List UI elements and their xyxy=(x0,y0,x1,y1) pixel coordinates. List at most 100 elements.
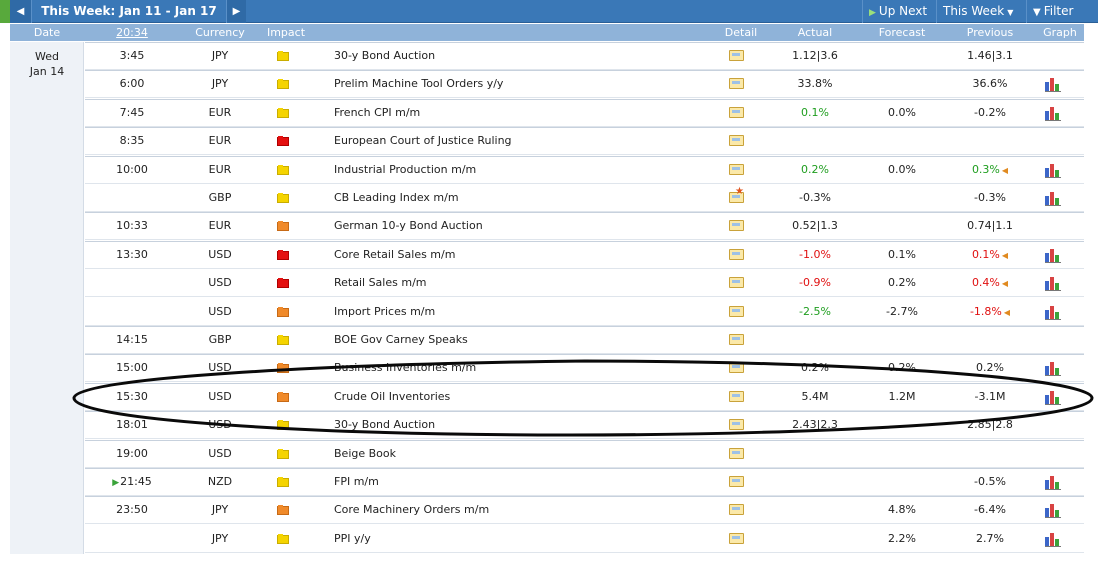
event-detail[interactable] xyxy=(727,156,755,184)
detail-folder-icon[interactable] xyxy=(729,107,744,118)
event-name[interactable]: Core Retail Sales m/m xyxy=(334,241,714,269)
event-graph[interactable] xyxy=(1045,383,1069,411)
detail-folder-icon[interactable] xyxy=(729,419,744,430)
detail-folder-icon[interactable] xyxy=(729,164,744,175)
table-row[interactable]: 15:30 USD Crude Oil Inventories 5.4M 1.2M -3.… xyxy=(85,383,1084,411)
event-name[interactable]: CB Leading Index m/m xyxy=(334,184,714,212)
table-row[interactable]: JPY PPI y/y 2.2% 2.7% xyxy=(85,525,1084,553)
event-detail[interactable] xyxy=(727,70,755,98)
table-row[interactable]: 8:35 EUR European Court of Justice Ruling xyxy=(85,127,1084,155)
event-detail[interactable] xyxy=(727,468,755,496)
event-graph[interactable] xyxy=(1045,156,1069,184)
revised-indicator-icon[interactable]: ◀ xyxy=(1002,279,1008,288)
event-name[interactable]: FPI m/m xyxy=(334,468,714,496)
table-row[interactable]: 19:00 USD Beige Book xyxy=(85,440,1084,468)
table-row[interactable]: USD Retail Sales m/m -0.9% 0.2% 0.4% ◀ xyxy=(85,269,1084,297)
detail-folder-icon[interactable] xyxy=(729,135,744,146)
table-row[interactable]: 14:15 GBP BOE Gov Carney Speaks xyxy=(85,326,1084,354)
event-graph[interactable] xyxy=(1045,241,1069,269)
event-detail[interactable] xyxy=(727,383,755,411)
event-name[interactable]: Business Inventories m/m xyxy=(334,354,714,382)
event-name[interactable]: PPI y/y xyxy=(334,525,714,553)
event-detail[interactable] xyxy=(727,212,755,240)
event-detail[interactable] xyxy=(727,127,755,155)
table-row[interactable]: 13:30 USD Core Retail Sales m/m -1.0% 0.1% 0.… xyxy=(85,241,1084,269)
event-detail[interactable] xyxy=(727,326,755,354)
detail-folder-icon[interactable] xyxy=(729,306,744,317)
bar-chart-icon[interactable] xyxy=(1045,305,1061,320)
table-row[interactable]: 3:45 JPY 30-y Bond Auction 1.12|3.6 1.46|3.1 xyxy=(85,42,1084,70)
event-name[interactable]: German 10-y Bond Auction xyxy=(334,212,714,240)
event-name[interactable]: European Court of Justice Ruling xyxy=(334,127,714,155)
event-name[interactable]: Import Prices m/m xyxy=(334,298,714,326)
bar-chart-icon[interactable] xyxy=(1045,248,1061,263)
bar-chart-icon[interactable] xyxy=(1045,77,1061,92)
event-detail[interactable] xyxy=(727,496,755,524)
event-graph[interactable] xyxy=(1045,184,1069,212)
event-graph[interactable] xyxy=(1045,70,1069,98)
table-row[interactable]: 23:50 JPY Core Machinery Orders m/m 4.8% -6.… xyxy=(85,496,1084,524)
event-name[interactable]: 30-y Bond Auction xyxy=(334,42,714,70)
previous-week-button[interactable]: ◀ xyxy=(10,0,32,23)
event-graph[interactable] xyxy=(1045,468,1069,496)
event-detail[interactable] xyxy=(727,525,755,553)
header-time[interactable]: 20:34 xyxy=(85,24,179,41)
event-detail[interactable] xyxy=(727,269,755,297)
event-name[interactable]: Industrial Production m/m xyxy=(334,156,714,184)
table-row[interactable]: 6:00 JPY Prelim Machine Tool Orders y/y 33.… xyxy=(85,70,1084,98)
event-detail[interactable] xyxy=(727,411,755,439)
event-detail[interactable] xyxy=(727,298,755,326)
event-name[interactable]: BOE Gov Carney Speaks xyxy=(334,326,714,354)
table-row[interactable]: 10:00 EUR Industrial Production m/m 0.2% 0.0… xyxy=(85,156,1084,184)
event-detail[interactable] xyxy=(727,440,755,468)
event-detail[interactable] xyxy=(727,354,755,382)
event-detail[interactable] xyxy=(727,241,755,269)
event-graph[interactable] xyxy=(1045,298,1069,326)
table-row[interactable]: ▶21:45 NZD FPI m/m -0.5% xyxy=(85,468,1084,496)
bar-chart-icon[interactable] xyxy=(1045,191,1061,206)
table-row[interactable]: USD Import Prices m/m -2.5% -2.7% -1.8% ◀ xyxy=(85,298,1084,326)
bar-chart-icon[interactable] xyxy=(1045,390,1061,405)
table-row[interactable]: 15:00 USD Business Inventories m/m 0.2% 0.2%… xyxy=(85,354,1084,382)
event-name[interactable]: French CPI m/m xyxy=(334,99,714,127)
bar-chart-icon[interactable] xyxy=(1045,532,1061,547)
table-row[interactable]: 7:45 EUR French CPI m/m 0.1% 0.0% -0.2% xyxy=(85,99,1084,127)
event-name[interactable]: Beige Book xyxy=(334,440,714,468)
up-next-button[interactable]: ▶ Up Next xyxy=(862,0,933,23)
revised-indicator-icon[interactable]: ◀ xyxy=(1002,166,1008,175)
event-name[interactable]: Crude Oil Inventories xyxy=(334,383,714,411)
filter-button[interactable]: ▼ Filter xyxy=(1026,0,1098,23)
event-detail[interactable] xyxy=(727,42,755,70)
detail-folder-icon[interactable] xyxy=(729,362,744,373)
event-graph[interactable] xyxy=(1045,269,1069,297)
event-name[interactable]: Prelim Machine Tool Orders y/y xyxy=(334,70,714,98)
detail-folder-icon[interactable] xyxy=(729,504,744,515)
event-detail[interactable] xyxy=(727,99,755,127)
bar-chart-icon[interactable] xyxy=(1045,361,1061,376)
table-row[interactable]: GBP CB Leading Index m/m ★ -0.3% -0.3% xyxy=(85,184,1084,212)
table-row[interactable]: 18:01 USD 30-y Bond Auction 2.43|2.3 2.85|2.… xyxy=(85,411,1084,439)
revised-indicator-icon[interactable]: ◀ xyxy=(1002,251,1008,260)
bar-chart-icon[interactable] xyxy=(1045,475,1061,490)
detail-folder-icon[interactable] xyxy=(729,50,744,61)
detail-folder-icon[interactable] xyxy=(729,533,744,544)
event-graph[interactable] xyxy=(1045,99,1069,127)
bar-chart-icon[interactable] xyxy=(1045,276,1061,291)
detail-folder-icon[interactable] xyxy=(729,78,744,89)
event-graph[interactable] xyxy=(1045,354,1069,382)
event-name[interactable]: Retail Sales m/m xyxy=(334,269,714,297)
event-graph[interactable] xyxy=(1045,496,1069,524)
event-detail[interactable]: ★ xyxy=(727,184,755,212)
detail-folder-icon[interactable] xyxy=(729,220,744,231)
next-week-button[interactable]: ▶ xyxy=(226,0,246,23)
revised-indicator-icon[interactable]: ◀ xyxy=(1004,308,1010,317)
detail-folder-icon[interactable] xyxy=(729,448,744,459)
bar-chart-icon[interactable] xyxy=(1045,106,1061,121)
bar-chart-icon[interactable] xyxy=(1045,163,1061,178)
detail-folder-icon[interactable] xyxy=(729,334,744,345)
detail-folder-icon[interactable] xyxy=(729,249,744,260)
detail-folder-icon[interactable] xyxy=(729,476,744,487)
event-graph[interactable] xyxy=(1045,525,1069,553)
detail-folder-icon[interactable] xyxy=(729,277,744,288)
bar-chart-icon[interactable] xyxy=(1045,503,1061,518)
